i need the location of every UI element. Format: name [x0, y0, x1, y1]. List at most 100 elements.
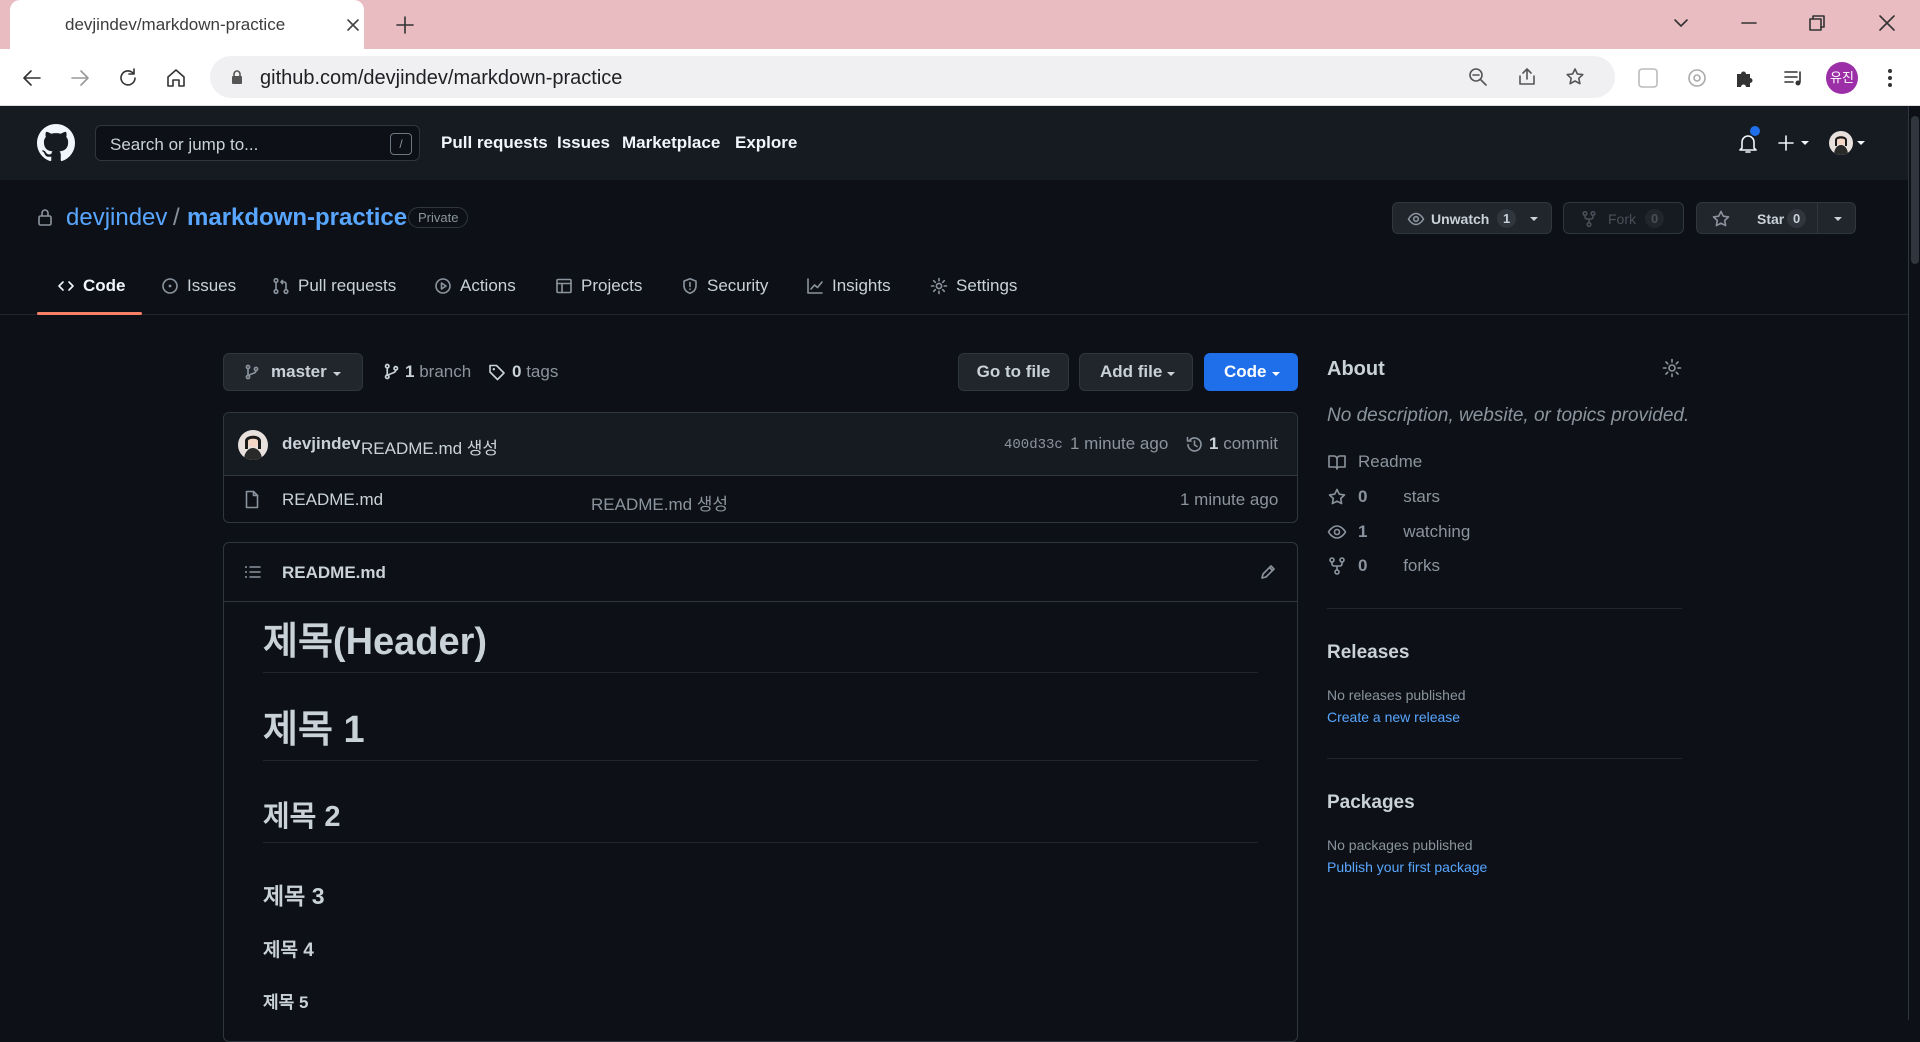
commit-author[interactable]: devjindev [282, 434, 360, 454]
readme-header: README.md [224, 543, 1297, 602]
url-text[interactable]: github.com/devjindev/markdown-practice [260, 67, 622, 90]
button-divider [1817, 203, 1818, 233]
tab-projects[interactable]: Projects [555, 276, 642, 296]
scrollbar-thumb[interactable] [1911, 116, 1919, 264]
back-icon[interactable] [18, 64, 46, 92]
bookmark-star-icon[interactable] [1564, 66, 1586, 88]
close-icon[interactable] [342, 14, 364, 36]
gear-icon[interactable] [1662, 358, 1682, 378]
nav-explore[interactable]: Explore [735, 133, 797, 153]
add-file-button[interactable]: Add file [1079, 353, 1193, 391]
readme-label: Readme [1358, 452, 1423, 471]
tab-label: Issues [187, 276, 237, 295]
packages-title[interactable]: Packages [1327, 792, 1415, 814]
repo-owner-link[interactable]: devjindev [66, 204, 167, 232]
tab-settings[interactable]: Settings [930, 276, 1017, 296]
browser-toolbar: github.com/devjindev/markdown-practice 유… [0, 49, 1920, 106]
github-logo-icon[interactable] [37, 124, 75, 162]
readme-heading-4: 제목 4 [263, 940, 314, 961]
sidebar-divider [1327, 608, 1682, 609]
watching-link[interactable]: 1 watching [1327, 522, 1470, 542]
lock-icon[interactable] [228, 68, 246, 86]
create-new-plus-icon[interactable] [1777, 133, 1813, 153]
tab-insights[interactable]: Insights [806, 276, 891, 296]
code-button-label: Code [1224, 362, 1267, 381]
forks-label: forks [1403, 556, 1441, 575]
gear-icon [930, 277, 948, 295]
publish-package-link[interactable]: Publish your first package [1327, 859, 1487, 875]
create-release-link[interactable]: Create a new release [1327, 709, 1460, 725]
about-title: About [1327, 358, 1385, 380]
share-icon[interactable] [1516, 66, 1538, 88]
commits-link[interactable]: 1 commit [1209, 434, 1278, 454]
nav-issues[interactable]: Issues [557, 133, 610, 153]
go-to-file-button[interactable]: Go to file [958, 353, 1069, 391]
search-input[interactable]: Search or jump to... / [95, 125, 420, 161]
tags-link[interactable]: 0 tags [488, 362, 558, 382]
sidebar-divider [1327, 758, 1682, 759]
pencil-icon[interactable] [1259, 563, 1277, 581]
eye-icon [1327, 525, 1347, 539]
browser-tab[interactable]: devjindev/markdown-practice [10, 0, 364, 49]
tab-issues[interactable]: Issues [161, 276, 236, 296]
profile-avatar[interactable]: 유진 [1826, 62, 1858, 94]
commit-message[interactable]: README.md 생성 [361, 434, 498, 459]
page-scrollbar[interactable] [1908, 106, 1920, 1020]
forks-link[interactable]: 0 forks [1327, 556, 1440, 576]
star-button[interactable]: Star 0 [1696, 202, 1856, 234]
puzzle-icon[interactable] [1731, 64, 1759, 92]
fork-button[interactable]: Fork 0 [1563, 202, 1684, 234]
nav-marketplace[interactable]: Marketplace [622, 133, 720, 153]
reload-icon[interactable] [114, 64, 142, 92]
commit-author-avatar[interactable] [238, 430, 268, 460]
restore-icon[interactable] [1804, 10, 1830, 36]
user-avatar[interactable] [1829, 131, 1853, 155]
menu-kebab-icon[interactable] [1876, 64, 1904, 92]
tab-label: Pull requests [298, 276, 397, 295]
caret-down-icon [1272, 372, 1280, 376]
file-name[interactable]: README.md [282, 490, 383, 510]
home-icon[interactable] [162, 64, 190, 92]
tab-label: Code [83, 276, 126, 295]
caret-down-icon [1530, 217, 1538, 221]
tab-code[interactable]: Code [57, 276, 126, 296]
visibility-badge: Private [408, 207, 469, 228]
repo-path-separator: / [173, 204, 180, 231]
extension-icon[interactable] [1634, 64, 1662, 92]
media-control-icon[interactable] [1780, 64, 1808, 92]
extension-icon-2[interactable] [1683, 64, 1711, 92]
tab-search-chevron-icon[interactable] [1668, 10, 1694, 36]
list-unordered-icon[interactable] [244, 564, 261, 580]
star-count: 0 [1787, 209, 1807, 228]
user-menu-caret-icon[interactable] [1856, 139, 1866, 147]
file-commit-message[interactable]: README.md 생성 [591, 490, 728, 515]
tab-security[interactable]: Security [681, 276, 768, 296]
branch-select-button[interactable]: master [223, 353, 363, 391]
zoom-out-icon[interactable] [1467, 66, 1489, 88]
forward-icon[interactable] [66, 64, 94, 92]
star-list-caret-icon[interactable] [1833, 215, 1843, 223]
stars-link[interactable]: 0 stars [1327, 487, 1440, 507]
tag-icon [489, 364, 505, 381]
git-branch-icon [384, 363, 399, 380]
notification-dot [1750, 126, 1760, 136]
window-close-icon[interactable] [1874, 10, 1900, 36]
minimize-icon[interactable] [1736, 10, 1762, 36]
new-tab-icon[interactable] [392, 12, 418, 38]
caret-down-icon [1167, 372, 1175, 376]
tab-pull-requests[interactable]: Pull requests [272, 276, 396, 296]
commit-sha[interactable]: 400d33c [1004, 437, 1063, 453]
branches-link[interactable]: 1 branch [383, 362, 471, 382]
readme-filename[interactable]: README.md [282, 563, 386, 583]
tab-actions[interactable]: Actions [434, 276, 516, 296]
nav-pull-requests[interactable]: Pull requests [441, 133, 548, 153]
readme-link[interactable]: Readme [1327, 452, 1422, 472]
code-download-button[interactable]: Code [1204, 353, 1298, 391]
branch-label: branch [419, 362, 472, 381]
issue-opened-icon [162, 278, 178, 294]
address-bar[interactable]: github.com/devjindev/markdown-practice [210, 56, 1615, 98]
releases-title[interactable]: Releases [1327, 642, 1409, 664]
file-row[interactable]: README.md README.md 생성 1 minute ago [224, 476, 1297, 522]
repo-name-link[interactable]: markdown-practice [187, 204, 407, 232]
unwatch-button[interactable]: Unwatch 1 [1392, 202, 1552, 234]
